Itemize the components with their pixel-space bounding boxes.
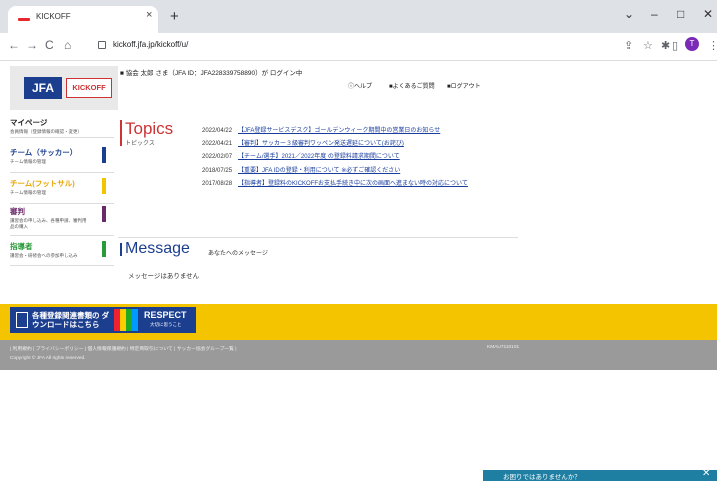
message-heading: Message <box>125 240 190 257</box>
forward-button[interactable]: → <box>26 38 38 52</box>
sidebar-item-label: チーム(フットサル) <box>10 179 75 188</box>
browser-tab[interactable] <box>8 6 158 33</box>
sidebar-item-label: 審判 <box>10 207 25 216</box>
topics-heading: Topics <box>125 119 174 138</box>
sidebar-item-desc: チーム情報の管理 <box>10 190 46 195</box>
news-date: 2018/07/25 <box>202 168 233 174</box>
bookmark-icon <box>102 178 106 194</box>
url-text[interactable]: kickoff.jfa.jp/kickoff/u/ <box>113 40 188 49</box>
lock-icon <box>98 41 106 49</box>
news-date: 2022/04/22 <box>202 128 233 134</box>
news-link[interactable]: 【チーム/選手】2021／2022年度 の登録料請求期間について <box>238 154 400 160</box>
respect-title: RESPECT <box>144 310 187 320</box>
news-date: 2017/08/28 <box>202 181 233 187</box>
download-banner-text: 各種登録関連書類の ダウンロードはこちら <box>32 311 110 329</box>
window-close-button[interactable]: ✕ <box>703 7 713 21</box>
back-button[interactable]: ← <box>8 38 20 52</box>
topics-accent <box>120 120 122 146</box>
star-icon[interactable]: ☆ <box>643 39 653 52</box>
message-accent <box>120 243 122 256</box>
login-status: ■ 協会 太郎 さま（JFA ID：JFA228339758890）が ログイン… <box>120 70 303 77</box>
profile-avatar[interactable]: T <box>685 37 699 51</box>
bookmark-icon <box>102 241 106 257</box>
message-empty-text: メッセージはありません <box>128 273 200 280</box>
news-item: 2022/04/21 【審判】サッカー３級審判ワッペン発送遅延について(お詫び) <box>202 138 404 147</box>
message-subheading: あなたへのメッセージ <box>208 251 268 257</box>
logout-link[interactable]: ■ログアウト <box>447 81 481 90</box>
maximize-button[interactable]: □ <box>677 7 684 21</box>
sidebar-item-desc: 会員情報（登録情報の確認・変更） <box>10 129 82 134</box>
news-date: 2022/04/21 <box>202 141 233 147</box>
kickoff-logo[interactable]: KICKOFF <box>66 78 112 98</box>
respect-stripes <box>114 309 138 331</box>
news-date: 2022/02/07 <box>202 154 233 160</box>
new-tab-button[interactable]: + <box>170 8 179 25</box>
sidebar-icon[interactable]: ▯ <box>672 39 678 52</box>
footer-page-id: KMAU7110101 <box>487 345 520 350</box>
sidebar-item-label: マイページ <box>10 118 48 127</box>
home-button[interactable]: ⌂ <box>64 38 71 52</box>
bookmark-icon <box>102 206 106 222</box>
faq-link[interactable]: ■よくあるご質問 <box>389 81 435 90</box>
news-item: 2018/07/25 【重要】JFA IDの登録・利用について ※必ずご確認くださ… <box>202 165 400 174</box>
help-chat-text[interactable]: お困りではありませんか？ <box>503 471 581 481</box>
share-icon[interactable]: ⇪ <box>624 39 633 52</box>
footer-copyright: Copyright © JFA All rights reserved. <box>10 356 86 361</box>
sidebar-item-label: チーム（サッカー） <box>10 148 78 157</box>
respect-subtitle: 大切に思うこと <box>150 322 182 327</box>
section-divider <box>118 237 518 238</box>
news-link[interactable]: 【重要】JFA IDの登録・利用について ※必ずご確認ください <box>238 168 400 174</box>
jfa-logo[interactable]: JFA <box>24 77 62 99</box>
minimize-button[interactable]: – <box>651 7 658 21</box>
bookmark-icon <box>102 147 106 163</box>
sidebar-item-team-soccer[interactable]: チーム（サッカー） チーム情報の管理 <box>10 147 114 173</box>
news-item: 2022/02/07 【チーム/選手】2021／2022年度 の登録料請求期間につ… <box>202 151 400 160</box>
footer-links[interactable]: | 利用規約 | プライバシーポリシー | 個人情報保護規約 | 特定商取引につ… <box>10 345 237 352</box>
browser-menu-icon[interactable]: ⋮ <box>708 39 717 52</box>
sidebar-item-referee[interactable]: 審判 講習会の申し込み、各種申請、審判用品の購入 <box>10 206 114 236</box>
news-link[interactable]: 【JFA登録サービスデスク】ゴールデンウィーク期間中の営業日のお知らせ <box>238 128 440 134</box>
tab-search-button[interactable]: ⌄ <box>624 7 634 21</box>
sidebar-item-mypage[interactable]: マイページ 会員情報（登録情報の確認・変更） <box>10 117 114 138</box>
news-link[interactable]: 【指導者】登録料のKICKOFFお支払手続き中に次の画面へ進まない時の対応につい… <box>238 181 468 187</box>
tab-close-button[interactable]: × <box>146 9 152 21</box>
close-icon[interactable]: ✕ <box>702 468 710 479</box>
extensions-icon[interactable]: ✱ <box>661 39 670 52</box>
sidebar-item-label: 指導者 <box>10 242 33 251</box>
favicon-icon <box>18 18 30 21</box>
sidebar-item-team-futsal[interactable]: チーム(フットサル) チーム情報の管理 <box>10 178 114 204</box>
tab-title: KICKOFF <box>36 12 71 21</box>
news-link[interactable]: 【審判】サッカー３級審判ワッペン発送遅延について(お詫び) <box>238 141 404 147</box>
document-icon <box>16 312 28 328</box>
sidebar-item-desc: 講習会・研修会への参加申し込み <box>10 253 78 258</box>
help-link[interactable]: ⓘヘルプ <box>348 81 372 90</box>
news-item: 2022/04/22 【JFA登録サービスデスク】ゴールデンウィーク期間中の営業日… <box>202 125 440 134</box>
sidebar-item-desc: 講習会の申し込み、各種申請、審判用品の購入 <box>10 218 87 229</box>
sidebar-item-desc: チーム情報の管理 <box>10 159 46 164</box>
news-item: 2017/08/28 【指導者】登録料のKICKOFFお支払手続き中に次の画面へ進… <box>202 178 468 187</box>
reload-button[interactable]: C <box>45 38 54 52</box>
topics-subheading: トピックス <box>125 141 155 147</box>
sidebar-item-coach[interactable]: 指導者 講習会・研修会への参加申し込み <box>10 241 114 266</box>
